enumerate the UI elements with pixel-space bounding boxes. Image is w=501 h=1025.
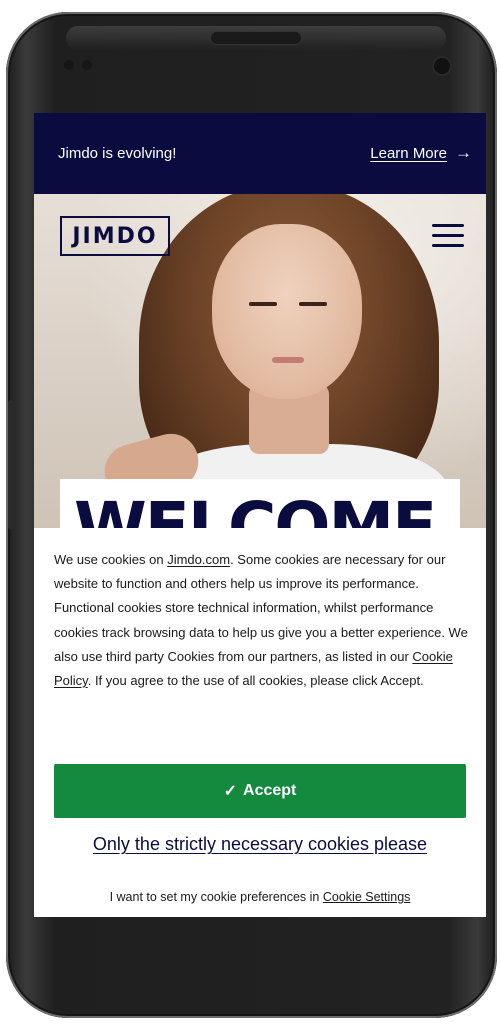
checkmark-icon: ✓ <box>223 783 238 800</box>
phone-speaker <box>211 32 301 44</box>
jimdo-link[interactable]: Jimdo.com <box>167 552 230 567</box>
hero-person-face <box>212 224 362 399</box>
cookie-text-part: We use cookies on <box>54 552 168 567</box>
learn-more-label: Learn More <box>370 144 447 162</box>
jimdo-logo[interactable]: JIMDO <box>60 216 170 256</box>
phone-sensor <box>64 60 74 70</box>
cookie-preferences-text: I want to set my cookie preferences in C… <box>34 890 486 904</box>
accept-label: Accept <box>243 782 297 799</box>
banner-text: Jimdo is evolving! <box>58 145 177 162</box>
learn-more-link[interactable]: Learn More → <box>370 143 472 163</box>
arrow-right-icon: → <box>455 143 472 162</box>
prefs-text: I want to set my cookie preferences in <box>109 890 323 904</box>
cookie-description: We use cookies on Jimdo.com. Some cookie… <box>54 548 468 693</box>
hero-image: JIMDO WELCOME <box>34 194 486 528</box>
front-camera-icon <box>434 58 450 74</box>
hero-person-eye <box>299 302 327 306</box>
cookie-text-part: . If you agree to the use of all cookies… <box>87 673 424 689</box>
necessary-cookies-link[interactable]: Only the strictly necessary cookies plea… <box>34 834 486 855</box>
phone-screen: Jimdo is evolving! Learn More → JIMDO WE… <box>34 113 486 917</box>
hamburger-menu-icon[interactable] <box>432 224 464 248</box>
cookie-settings-link[interactable]: Cookie Settings <box>323 890 411 904</box>
phone-side-button <box>8 400 14 530</box>
cookie-consent-banner: We use cookies on Jimdo.com. Some cookie… <box>34 528 486 917</box>
welcome-headline: WELCOME <box>74 488 437 529</box>
accept-button[interactable]: ✓ Accept <box>54 764 466 818</box>
cookie-text-part: . Some cookies are necessary for our web… <box>54 552 468 664</box>
hero-person-mouth <box>272 357 304 363</box>
announcement-banner: Jimdo is evolving! Learn More → <box>34 113 486 194</box>
hero-person-eye <box>249 302 277 306</box>
phone-sensor <box>82 60 92 70</box>
